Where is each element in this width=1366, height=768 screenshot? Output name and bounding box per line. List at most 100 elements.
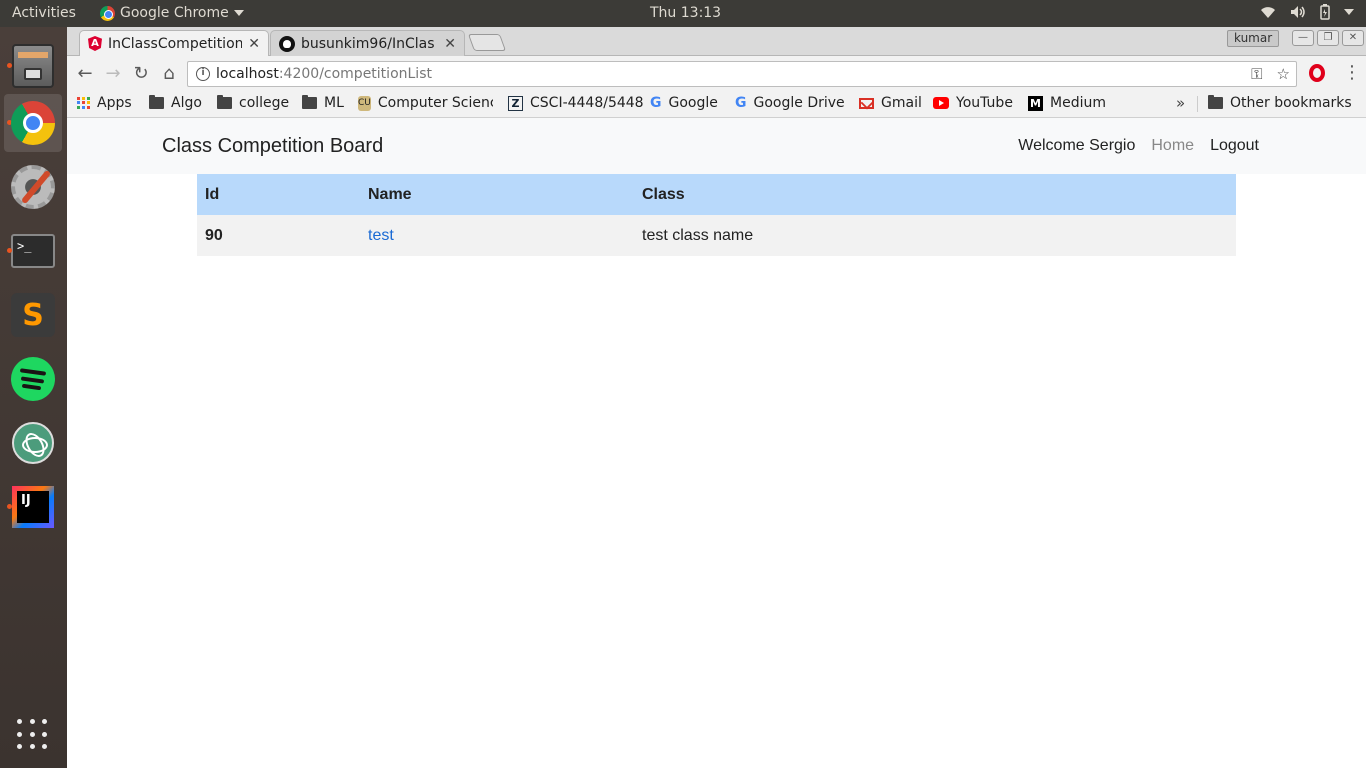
chrome-icon [11,101,55,145]
page-content: Class Competition Board Welcome Sergio H… [67,118,1366,768]
cell-name: test [360,215,634,256]
apps-icon [77,96,90,110]
show-applications-button[interactable] [4,706,62,764]
browser-toolbar: ← → ↻ ⌂ i localhost:4200/competitionList… [67,56,1366,91]
bookmark-google[interactable]: G Google [650,95,718,111]
terminal-icon: >_ [11,234,55,268]
bookmark-label: Other bookmarks [1230,95,1352,111]
close-icon[interactable]: ✕ [248,36,260,52]
spotify-icon [11,357,55,401]
launcher-atom[interactable] [4,414,62,472]
competition-name-link[interactable]: test [368,227,394,244]
bookmark-label: CSCI-4448/5448 [530,95,644,111]
folder-icon [302,95,317,109]
chrome-menu-icon[interactable]: ⋮ [1343,62,1361,83]
column-header-id: Id [197,174,360,215]
tab-title: busunkim96/InClas [301,35,435,52]
tab-inclasscompetition[interactable]: A InClassCompetition ✕ [79,30,269,56]
bookmark-csci[interactable]: Z CSCI-4448/5448 [508,95,644,111]
running-indicator [7,504,12,509]
chrome-icon [100,5,115,21]
address-bar[interactable]: i localhost:4200/competitionList ⚿ ☆ [187,61,1297,87]
bookmarks-overflow-button[interactable]: » [1176,94,1185,112]
tab-github[interactable]: busunkim96/InClas ✕ [270,30,465,56]
profile-badge[interactable]: kumar [1227,30,1280,47]
minimize-button[interactable]: — [1292,30,1314,46]
bookmark-algo[interactable]: Algo [149,95,202,111]
app-menu[interactable]: Google Chrome [100,5,244,21]
bookmark-label: college [239,95,290,111]
atom-icon [12,422,54,464]
launcher-sublime[interactable]: S [4,286,62,344]
system-top-panel: Activities Google Chrome Thu 13:13 [0,0,1366,27]
launcher-settings[interactable] [4,158,62,216]
university-icon: CU [358,95,371,111]
tab-title: InClassCompetition [108,35,243,52]
maximize-button[interactable]: ❐ [1317,30,1339,46]
home-button[interactable]: ⌂ [157,62,181,86]
new-tab-button[interactable] [467,34,507,51]
bookmark-medium[interactable]: M Medium [1028,95,1106,111]
nav-logout-link[interactable]: Logout [1210,137,1259,155]
bookmark-gmail[interactable]: Gmail [859,95,922,111]
z-icon: Z [508,95,523,111]
google-icon: G [735,95,747,111]
angular-icon: A [88,36,102,51]
star-icon[interactable]: ☆ [1277,65,1290,83]
back-button[interactable]: ← [73,62,97,86]
activities-button[interactable]: Activities [12,5,76,21]
settings-icon [11,165,55,209]
navbar-brand[interactable]: Class Competition Board [162,135,383,158]
key-icon[interactable]: ⚿ [1251,65,1262,83]
bookmark-label: Medium [1050,95,1106,111]
competition-table: Id Name Class 90 test test class name [197,174,1236,256]
url-host: localhost [216,66,279,82]
nav-home-link[interactable]: Home [1151,137,1194,155]
launcher-chrome[interactable] [4,94,62,152]
launcher-spotify[interactable] [4,350,62,408]
folder-icon [149,95,164,109]
app-navbar: Class Competition Board Welcome Sergio H… [67,118,1366,174]
bookmark-google-drive[interactable]: G Google Drive [735,95,845,111]
battery-icon [1320,4,1330,20]
bookmark-youtube[interactable]: YouTube [933,95,1013,111]
bookmark-college[interactable]: college [217,95,289,111]
cell-id: 90 [197,215,360,256]
clock[interactable]: Thu 13:13 [650,5,721,21]
table-row: 90 test test class name [197,215,1236,256]
github-icon [279,35,295,52]
navbar-links: Welcome Sergio Home Logout [1018,137,1259,155]
table-header-row: Id Name Class [197,174,1236,215]
launcher-intellij[interactable]: IJ [4,478,62,536]
column-header-class: Class [634,174,1236,215]
bookmark-label: Google Drive [753,95,845,111]
system-tray[interactable] [1260,4,1354,20]
tab-strip: A InClassCompetition ✕ busunkim96/InClas… [67,27,1366,56]
wifi-icon [1261,7,1275,18]
launcher-terminal[interactable]: >_ [4,222,62,280]
forward-button[interactable]: → [101,62,125,86]
launcher: >_ S IJ [0,27,67,768]
opera-extension-icon[interactable] [1309,64,1325,82]
launcher-files[interactable] [4,37,62,95]
reload-button[interactable]: ↻ [129,62,153,86]
bookmark-ml[interactable]: ML [302,95,344,111]
bookmark-label: Computer Scienc [377,95,493,111]
bookmarks-bar: Apps Algo college ML CU Computer Scienc … [67,91,1366,118]
bookmark-computer-science[interactable]: CU Computer Scienc [358,95,493,111]
folder-icon [217,95,232,109]
app-menu-label: Google Chrome [120,5,229,21]
running-indicator [7,248,12,253]
close-icon[interactable]: ✕ [444,36,456,52]
system-menu-chevron-icon [1344,9,1354,15]
bookmark-label: ML [324,95,344,111]
window-close-button[interactable]: ✕ [1342,30,1364,46]
bookmark-other[interactable]: Other bookmarks [1208,95,1352,111]
site-info-icon[interactable]: i [196,67,210,81]
bookmark-label: Gmail [881,95,922,111]
bookmark-apps[interactable]: Apps [77,95,132,111]
bookmark-label: Google [668,95,718,111]
welcome-text: Welcome Sergio [1018,137,1136,154]
bookmark-label: YouTube [956,95,1013,111]
medium-icon: M [1028,95,1043,111]
